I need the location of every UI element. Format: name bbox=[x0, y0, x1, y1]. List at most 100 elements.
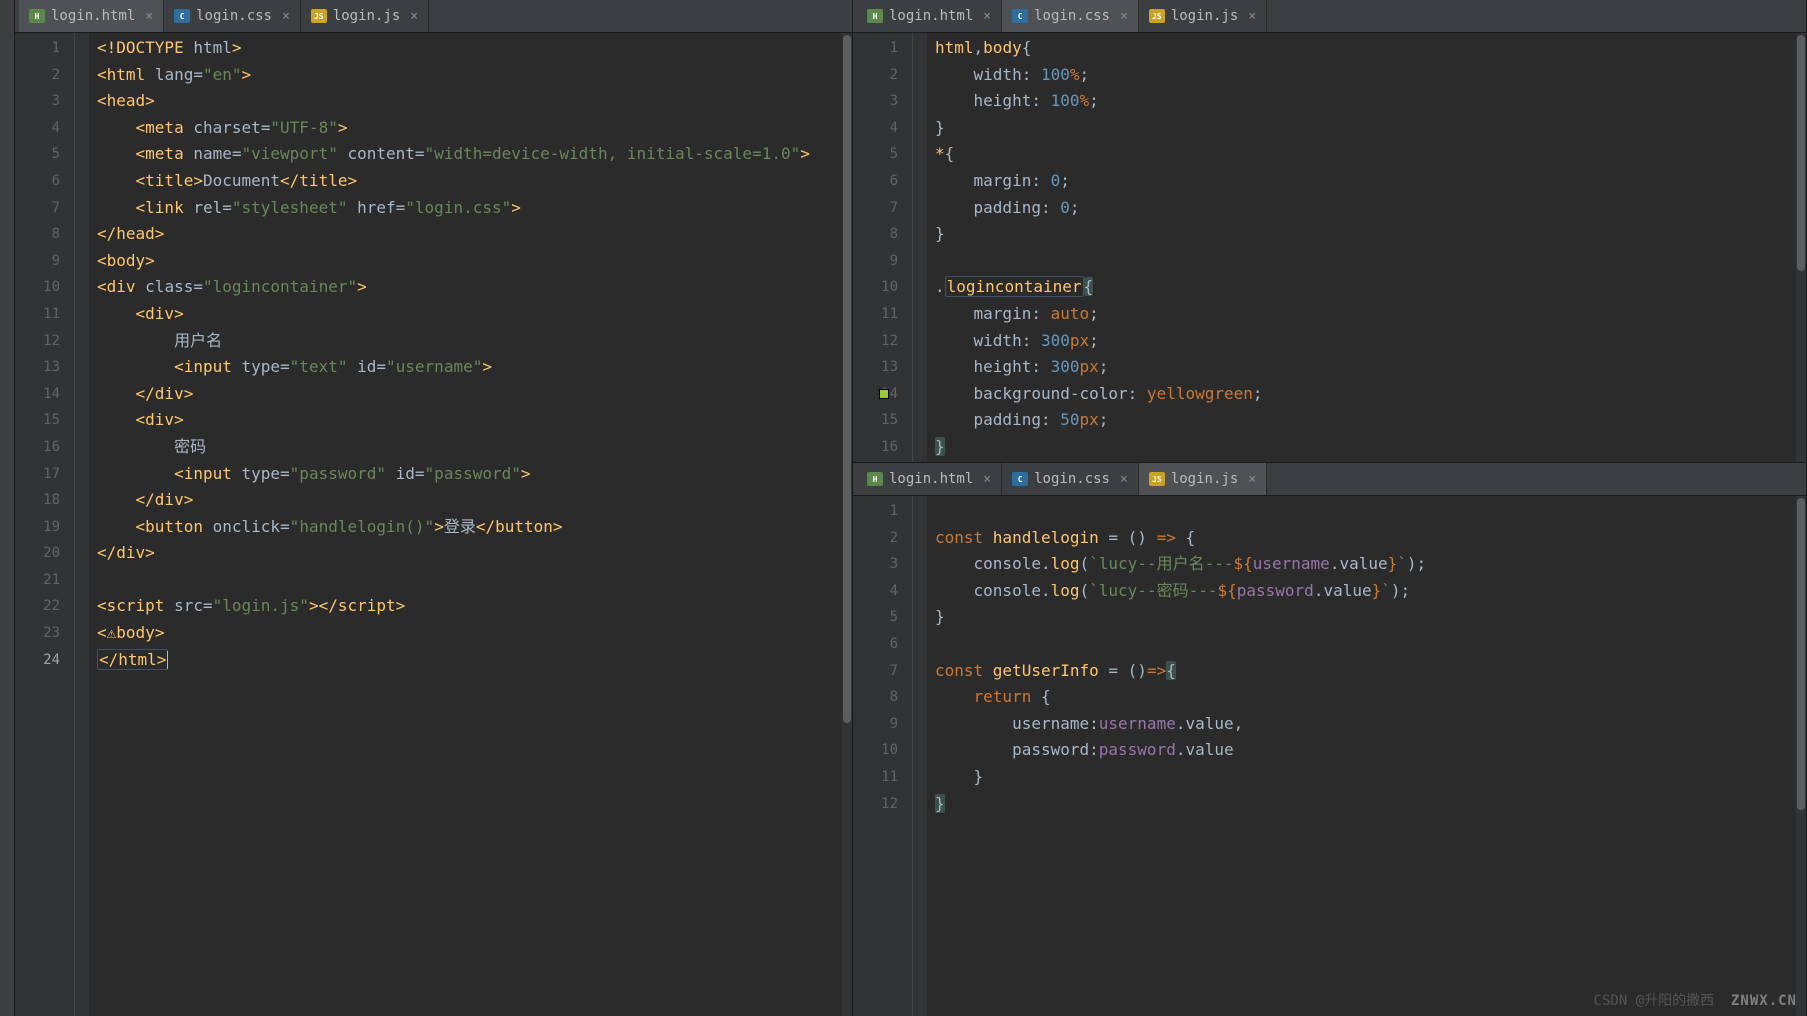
editor-left[interactable]: 123456789101112131415161718192021222324 … bbox=[15, 33, 852, 1016]
fold-marker[interactable] bbox=[75, 274, 89, 301]
code-line[interactable]: <div> bbox=[97, 301, 842, 328]
code-line[interactable]: } bbox=[935, 434, 1796, 461]
tab-login-css[interactable]: Clogin.css× bbox=[1002, 0, 1139, 32]
fold-marker[interactable] bbox=[913, 498, 927, 525]
scrollbar[interactable] bbox=[842, 33, 852, 1016]
line-number[interactable]: 11 bbox=[853, 301, 912, 328]
fold-marker[interactable] bbox=[913, 195, 927, 222]
line-number[interactable]: 17 bbox=[15, 461, 74, 488]
code-line[interactable]: *{ bbox=[935, 141, 1796, 168]
close-icon[interactable]: × bbox=[1248, 472, 1256, 487]
code-line[interactable]: <script src="login.js"></script> bbox=[97, 593, 842, 620]
line-number[interactable]: 6 bbox=[15, 168, 74, 195]
line-number[interactable]: 1 bbox=[853, 35, 912, 62]
line-number[interactable]: 10 bbox=[15, 274, 74, 301]
code-line[interactable]: padding: 50px; bbox=[935, 407, 1796, 434]
code-line[interactable]: } bbox=[935, 115, 1796, 142]
line-number[interactable]: 8 bbox=[853, 684, 912, 711]
code-line[interactable]: } bbox=[935, 604, 1796, 631]
code-area[interactable]: html,body{ width: 100%; height: 100%;}*{… bbox=[927, 33, 1796, 462]
line-number[interactable]: 2 bbox=[15, 62, 74, 89]
fold-marker[interactable] bbox=[913, 737, 927, 764]
line-number[interactable]: 13 bbox=[15, 354, 74, 381]
line-number[interactable]: 8 bbox=[15, 221, 74, 248]
line-number[interactable]: 9 bbox=[15, 248, 74, 275]
fold-marker[interactable] bbox=[913, 764, 927, 791]
code-line[interactable]: username:username.value, bbox=[935, 711, 1796, 738]
code-line[interactable]: console.log(`lucy--密码---${password.value… bbox=[935, 578, 1796, 605]
line-number[interactable]: 11 bbox=[15, 301, 74, 328]
code-line[interactable]: .logincontainer{ bbox=[935, 274, 1796, 301]
code-line[interactable]: <button onclick="handlelogin()">登录</butt… bbox=[97, 514, 842, 541]
fold-marker[interactable] bbox=[75, 301, 89, 328]
code-line[interactable]: return { bbox=[935, 684, 1796, 711]
code-line[interactable]: <html lang="en"> bbox=[97, 62, 842, 89]
fold-column[interactable] bbox=[913, 33, 927, 462]
code-line[interactable]: <div> bbox=[97, 407, 842, 434]
code-line[interactable]: html,body{ bbox=[935, 35, 1796, 62]
line-number[interactable]: 9 bbox=[853, 711, 912, 738]
line-number[interactable]: 6 bbox=[853, 168, 912, 195]
close-icon[interactable]: × bbox=[1120, 472, 1128, 487]
fold-marker[interactable] bbox=[75, 593, 89, 620]
line-number[interactable]: 7 bbox=[853, 658, 912, 685]
fold-marker[interactable] bbox=[75, 88, 89, 115]
code-line[interactable]: console.log(`lucy--用户名---${username.valu… bbox=[935, 551, 1796, 578]
code-line[interactable] bbox=[935, 498, 1796, 525]
code-line[interactable]: <input type="text" id="username"> bbox=[97, 354, 842, 381]
fold-marker[interactable] bbox=[75, 141, 89, 168]
fold-marker[interactable] bbox=[913, 551, 927, 578]
code-line[interactable]: </div> bbox=[97, 540, 842, 567]
code-line[interactable]: margin: auto; bbox=[935, 301, 1796, 328]
fold-marker[interactable] bbox=[913, 354, 927, 381]
fold-marker[interactable] bbox=[913, 578, 927, 605]
line-number[interactable]: 10 bbox=[853, 274, 912, 301]
line-number[interactable]: 20 bbox=[15, 540, 74, 567]
close-icon[interactable]: × bbox=[983, 9, 991, 24]
line-number[interactable]: 19 bbox=[15, 514, 74, 541]
scroll-thumb[interactable] bbox=[1797, 35, 1805, 271]
fold-marker[interactable] bbox=[75, 354, 89, 381]
scroll-thumb[interactable] bbox=[843, 35, 851, 723]
fold-marker[interactable] bbox=[75, 647, 89, 674]
fold-marker[interactable] bbox=[913, 684, 927, 711]
code-line[interactable]: </div> bbox=[97, 487, 842, 514]
code-line[interactable]: const handlelogin = () => { bbox=[935, 525, 1796, 552]
code-area[interactable]: <!DOCTYPE html><html lang="en"><head> <m… bbox=[89, 33, 842, 1016]
tab-login-css[interactable]: Clogin.css× bbox=[164, 0, 301, 32]
fold-marker[interactable] bbox=[913, 407, 927, 434]
line-number[interactable]: 3 bbox=[15, 88, 74, 115]
line-number[interactable]: 5 bbox=[15, 141, 74, 168]
line-number[interactable]: 15 bbox=[15, 407, 74, 434]
code-line[interactable]: } bbox=[935, 764, 1796, 791]
close-icon[interactable]: × bbox=[410, 9, 418, 24]
close-icon[interactable]: × bbox=[1248, 9, 1256, 24]
code-line[interactable]: width: 100%; bbox=[935, 62, 1796, 89]
code-line[interactable]: <body> bbox=[97, 248, 842, 275]
code-line[interactable]: <!DOCTYPE html> bbox=[97, 35, 842, 62]
fold-marker[interactable] bbox=[913, 604, 927, 631]
code-line[interactable]: height: 300px; bbox=[935, 354, 1796, 381]
code-area[interactable]: const handlelogin = () => { console.log(… bbox=[927, 496, 1796, 1016]
line-number[interactable]: 12 bbox=[15, 328, 74, 355]
code-line[interactable]: <title>Document</title> bbox=[97, 168, 842, 195]
line-number[interactable]: 3 bbox=[853, 88, 912, 115]
line-number[interactable]: 2 bbox=[853, 62, 912, 89]
fold-marker[interactable] bbox=[913, 274, 927, 301]
code-line[interactable]: background-color: yellowgreen; bbox=[935, 381, 1796, 408]
fold-marker[interactable] bbox=[75, 248, 89, 275]
line-number[interactable]: 12 bbox=[853, 328, 912, 355]
fold-marker[interactable] bbox=[913, 381, 927, 408]
line-number[interactable]: 18 bbox=[15, 487, 74, 514]
fold-marker[interactable] bbox=[75, 540, 89, 567]
fold-marker[interactable] bbox=[75, 407, 89, 434]
line-number[interactable]: 13 bbox=[853, 354, 912, 381]
line-gutter[interactable]: 123456789101112131415161718192021222324 bbox=[15, 33, 75, 1016]
fold-marker[interactable] bbox=[913, 168, 927, 195]
close-icon[interactable]: × bbox=[1120, 9, 1128, 24]
fold-marker[interactable] bbox=[75, 328, 89, 355]
code-line[interactable] bbox=[97, 567, 842, 594]
close-icon[interactable]: × bbox=[145, 9, 153, 24]
code-line[interactable]: margin: 0; bbox=[935, 168, 1796, 195]
fold-marker[interactable] bbox=[913, 711, 927, 738]
